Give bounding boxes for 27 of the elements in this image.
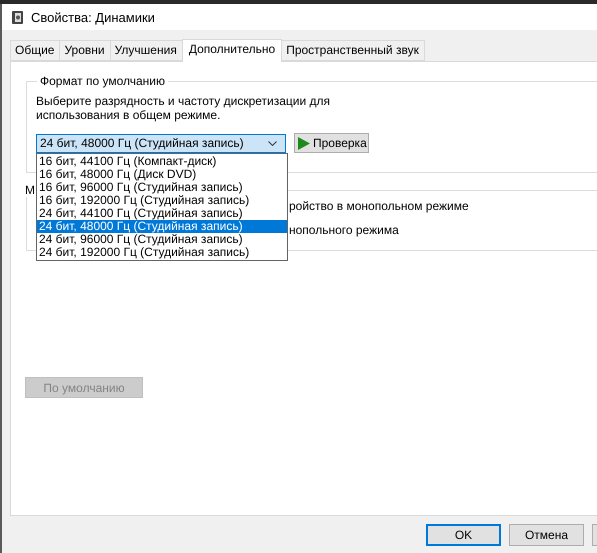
dropdown-option[interactable]: 24 бит, 48000 Гц (Студийная запись) <box>37 220 287 232</box>
dropdown-option[interactable]: 16 бит, 48000 Гц (Диск DVD) <box>37 168 287 180</box>
group-title: М <box>24 183 36 197</box>
dropdown-option[interactable]: 24 бит, 192000 Гц (Студийная запись) <box>37 246 287 258</box>
tab[interactable]: Улучшения <box>110 40 182 61</box>
tab[interactable]: Пространственный звук <box>282 40 425 61</box>
dropdown-option[interactable]: 16 бит, 44100 Гц (Компакт-диск) <box>37 154 287 168</box>
dropdown-option[interactable]: 16 бит, 96000 Гц (Студийная запись) <box>37 180 287 194</box>
test-button[interactable]: Проверка <box>294 133 369 153</box>
dropdown-option[interactable]: 24 бит, 44100 Гц (Студийная запись) <box>37 206 287 220</box>
tab[interactable]: Уровни <box>59 40 110 61</box>
play-icon <box>298 136 310 150</box>
option-label: нопольного режима <box>289 223 400 237</box>
group-title: Формат по умолчанию <box>39 74 166 88</box>
dialog-button[interactable]: OK <box>426 524 501 546</box>
option-label: ройство в монопольном режиме <box>289 199 470 213</box>
format-dropdown[interactable]: 24 бит, 48000 Гц (Студийная запись) <box>36 134 286 152</box>
dropdown-option[interactable]: 24 бит, 96000 Гц (Студийная запись) <box>37 232 287 246</box>
dropdown-option[interactable]: 16 бит, 192000 Гц (Студийная запись) <box>37 194 287 206</box>
description-text: Выберите разрядность и частоту дискретизации для использования в общем режиме. <box>36 94 332 122</box>
speaker-icon <box>12 10 23 24</box>
dialog-button[interactable] <box>592 524 597 546</box>
tab[interactable]: Общие <box>10 40 60 61</box>
dialog-button[interactable]: Отмена <box>509 524 584 546</box>
caret-icon <box>268 140 277 146</box>
tab[interactable]: Дополнительно <box>182 39 282 62</box>
window-title: Свойства: Динамики <box>31 10 155 24</box>
